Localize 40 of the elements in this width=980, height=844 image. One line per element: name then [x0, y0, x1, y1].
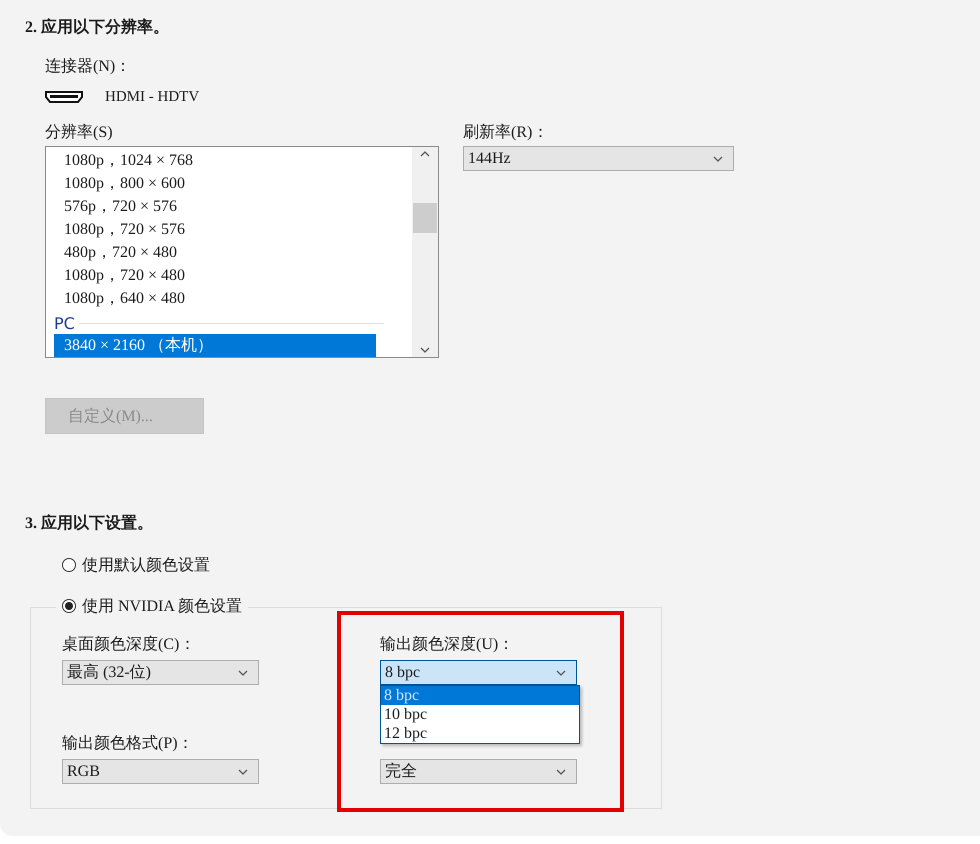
resolution-label: 分辨率(S) — [45, 122, 114, 143]
chevron-down-icon[interactable] — [713, 156, 723, 162]
connector-label: 连接器(N)： — [45, 56, 132, 77]
field-label: 桌面颜色深度(C)： — [62, 634, 196, 655]
resolution-list[interactable]: 1080p，1024 × 768 1080p，800 × 600 576p，720 × 576 1080p，720 × 576 480p，720 × 480 1080p，720 × 480 1080p，640 × 480 PC 3840 × 2160 （本机） — [45, 146, 439, 358]
field-label: 输出颜色深度(U)： — [380, 634, 516, 655]
output-color-format-dropdown[interactable]: RGB — [62, 759, 259, 784]
radio-button[interactable] — [62, 558, 76, 572]
chevron-up-icon[interactable] — [420, 151, 430, 157]
chevron-down-icon[interactable] — [420, 347, 430, 353]
radio-option[interactable]: 使用默认颜色设置 — [62, 553, 980, 577]
scrollbar[interactable] — [412, 147, 438, 357]
resolution-item[interactable]: 1080p，800 × 600 — [54, 172, 376, 195]
dropdown-option[interactable]: 8 bpc — [381, 686, 579, 705]
resolution-item[interactable]: 480p，720 × 480 — [54, 241, 376, 264]
resolution-item[interactable]: 576p，720 × 576 — [54, 195, 376, 218]
refresh-rate-dropdown[interactable]: 144Hz — [463, 146, 734, 171]
resolution-item[interactable]: 3840 × 2160 （本机） — [54, 334, 376, 357]
resolution-item[interactable]: 1080p，1024 × 768 — [54, 149, 376, 172]
resolution-item[interactable]: 1080p，720 × 480 — [54, 264, 376, 287]
group-header: PC — [54, 314, 75, 332]
connector-name: HDMI - HDTV — [105, 88, 200, 106]
section-heading: 3. 应用以下设置。 — [25, 513, 154, 534]
field-label: 输出颜色格式(P)： — [62, 734, 195, 754]
dynamic-range-dropdown[interactable]: 完全 — [380, 759, 577, 784]
refresh-rate-label: 刷新率(R)： — [463, 122, 550, 143]
desktop-color-depth-dropdown[interactable]: 最高 (32-位) — [62, 660, 259, 685]
chevron-down-icon[interactable] — [556, 768, 566, 774]
chevron-down-icon[interactable] — [238, 768, 248, 774]
resolution-item[interactable]: 1080p，640 × 480 — [54, 287, 376, 310]
section-heading: 2. 应用以下分辨率。 — [25, 17, 170, 38]
resolution-item[interactable]: 1080p，720 × 576 — [54, 218, 376, 241]
scrollbar-thumb[interactable] — [413, 203, 437, 233]
chevron-down-icon[interactable] — [238, 670, 248, 676]
dropdown-option[interactable]: 12 bpc — [381, 724, 579, 743]
dropdown-option[interactable]: 10 bpc — [381, 705, 579, 724]
hdmi-port-icon — [45, 91, 83, 103]
chevron-down-icon[interactable] — [556, 670, 566, 676]
radio-button[interactable] — [62, 599, 76, 613]
radio-option[interactable]: 使用 NVIDIA 颜色设置 — [62, 594, 242, 618]
